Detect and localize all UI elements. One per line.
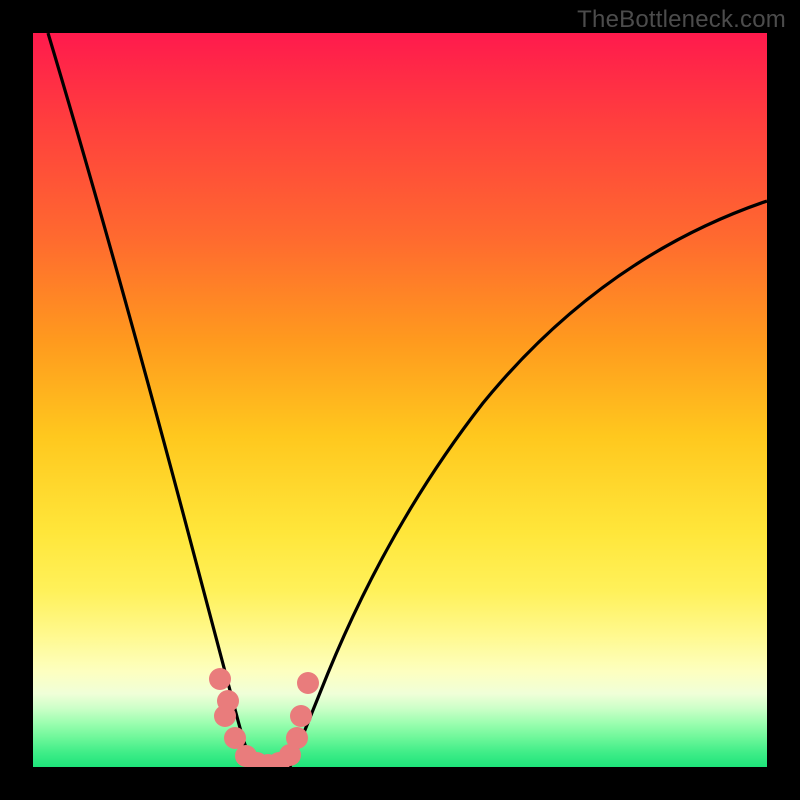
marker-dot [297,672,319,694]
right-curve [290,201,767,767]
marker-dot [286,727,308,749]
marker-dot [290,705,312,727]
marker-dot [214,705,236,727]
plot-area [33,33,767,767]
left-curve [48,33,253,767]
marker-dot [209,668,231,690]
curve-layer [33,33,767,767]
chart-frame: TheBottleneck.com [0,0,800,800]
bottom-markers-group [209,668,319,767]
watermark-text: TheBottleneck.com [577,6,786,34]
